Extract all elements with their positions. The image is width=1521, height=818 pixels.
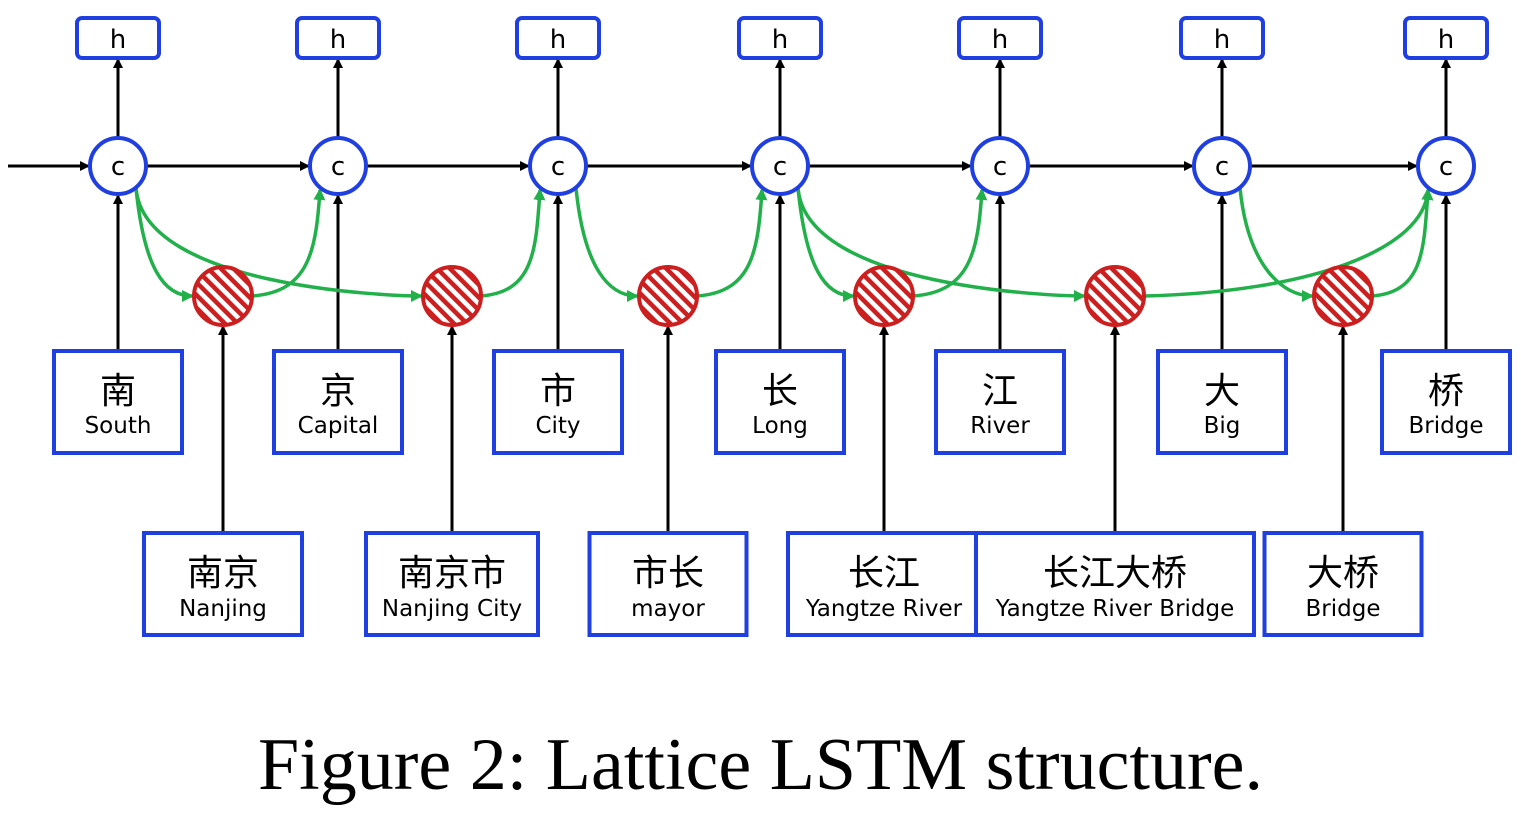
word-cell-node [1084, 265, 1146, 327]
word-input-gloss: Bridge [1306, 596, 1381, 622]
lattice-edge-out [1143, 188, 1434, 298]
word-input-gloss: Yangtze River [805, 596, 963, 622]
word-input-gloss: mayor [631, 596, 705, 622]
char-input-label: 江 [982, 371, 1018, 412]
figure-caption: Figure 2: Lattice LSTM structure. [258, 724, 1263, 806]
lattice-edge-in [796, 187, 855, 302]
char-cell-label: c [1215, 152, 1229, 182]
word-cell-node [421, 265, 483, 327]
char-cell-label: c [331, 152, 345, 182]
hidden-state-label: h [772, 25, 788, 55]
word-input-label: 长江大桥 [1043, 553, 1187, 594]
char-input-gloss: City [535, 413, 580, 439]
char-input-gloss: Capital [298, 413, 379, 439]
char-input-label: 京 [320, 371, 356, 412]
nodes-layer: h c 南South h c 京Capital h c 市City h c 长Long h c 江River… [52, 16, 1512, 637]
lattice-edge-in [796, 187, 1086, 302]
lattice-edge-in [574, 187, 639, 302]
lattice-edge-out [251, 188, 326, 298]
lattice-edge-out [480, 188, 546, 298]
lattice-edge-out [1371, 188, 1434, 298]
word-cell-node [637, 265, 699, 327]
lattice-edge-out [912, 188, 988, 298]
hidden-state-label: h [330, 25, 346, 55]
hidden-state-label: h [992, 25, 1008, 55]
char-input-label: 南 [100, 371, 136, 412]
word-input-label: 市长 [632, 553, 704, 594]
hidden-state-label: h [110, 25, 126, 55]
char-cell-label: c [111, 152, 125, 182]
word-cell-node [192, 265, 254, 327]
char-input-label: 桥 [1428, 371, 1464, 412]
lattice-lstm-diagram: h c 南South h c 京Capital h c 市City h c 长Long h c 江River… [8, 16, 1512, 637]
char-input-label: 市 [540, 371, 576, 412]
char-input-gloss: Bridge [1409, 413, 1484, 439]
hidden-state-label: h [1438, 25, 1454, 55]
hidden-state-label: h [1214, 25, 1230, 55]
word-cell-node [853, 265, 915, 327]
char-input-label: 长 [762, 371, 798, 412]
char-input-gloss: Long [752, 413, 808, 439]
char-cell-label: c [1439, 152, 1453, 182]
char-cell-label: c [773, 152, 787, 182]
char-input-gloss: Big [1204, 413, 1241, 439]
lattice-edge-in [1238, 187, 1314, 302]
lattice-edge-in [134, 187, 423, 302]
char-cell-label: c [993, 152, 1007, 182]
hidden-state-label: h [550, 25, 566, 55]
word-input-gloss: Yangtze River Bridge [995, 596, 1235, 622]
char-input-label: 大 [1204, 371, 1240, 412]
lattice-edge-in [134, 187, 194, 302]
char-cell-label: c [551, 152, 565, 182]
char-input-gloss: South [85, 413, 152, 439]
word-input-gloss: Nanjing City [382, 596, 522, 622]
word-input-label: 南京市 [398, 553, 506, 594]
char-input-gloss: River [970, 413, 1030, 439]
lattice-edge-out [696, 188, 768, 298]
word-input-gloss: Nanjing [179, 596, 267, 622]
word-input-label: 大桥 [1307, 553, 1379, 594]
word-input-label: 南京 [187, 553, 259, 594]
word-cell-node [1312, 265, 1374, 327]
word-input-label: 长江 [848, 553, 920, 594]
